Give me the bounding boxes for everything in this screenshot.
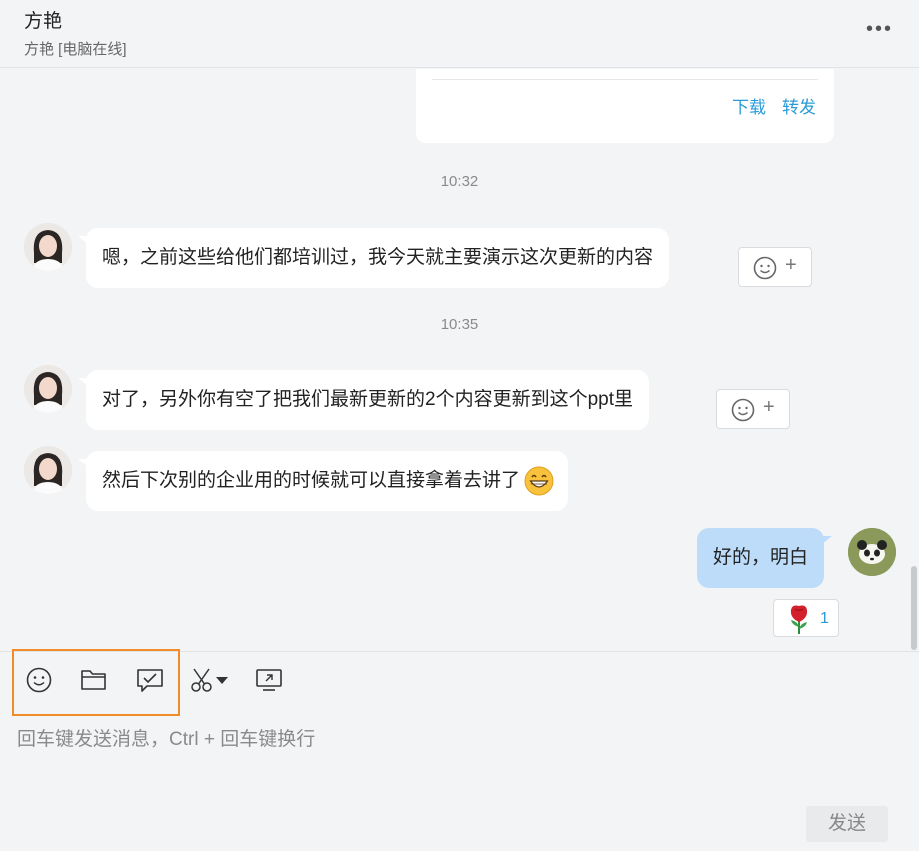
message-input[interactable]: 回车键发送消息，Ctrl + 回车键换行 (17, 724, 315, 751)
folder-icon[interactable] (79, 665, 109, 695)
contact-name: 方艳 (24, 11, 63, 32)
chat-check-icon[interactable] (135, 665, 165, 695)
scrollbar[interactable] (911, 566, 917, 650)
message-composer: 回车键发送消息，Ctrl + 回车键换行 发送 (0, 649, 919, 851)
avatar[interactable] (24, 365, 72, 413)
message-bubble[interactable]: 对了，另外你有空了把我们最新更新的2个内容更新到这个ppt里 (78, 370, 649, 430)
file-message-card: 下载 转发 (416, 69, 834, 143)
add-reaction-button[interactable]: + (716, 389, 790, 429)
message-text: 然后下次别的企业用的时候就可以直接拿着去讲了 (102, 470, 521, 491)
rose-icon (790, 605, 808, 634)
more-options-button[interactable]: ••• (866, 18, 893, 41)
chat-window: 方艳 方艳 [电脑在线] ••• 下载 转发 10:32 嗯，之前这些给他们都培… (0, 0, 919, 851)
plus-icon: + (763, 396, 775, 418)
plus-icon: + (785, 254, 797, 276)
timestamp: 10:32 (440, 173, 479, 190)
screen-share-icon[interactable] (254, 665, 284, 695)
contact-status: 方艳 [电脑在线] (24, 41, 127, 58)
message-bubble[interactable]: 然后下次别的企业用的时候就可以直接拿着去讲了 (77, 451, 569, 511)
forward-link[interactable]: 转发 (782, 93, 816, 118)
smiley-icon (753, 256, 777, 280)
chat-header: 方艳 方艳 [电脑在线] ••• (0, 0, 919, 68)
download-link[interactable]: 下载 (732, 93, 766, 118)
grinning-emoji-icon (524, 466, 554, 496)
timestamp: 10:35 (440, 316, 479, 333)
smiley-icon (731, 398, 755, 422)
card-divider (432, 79, 818, 80)
message-list[interactable]: 下载 转发 10:32 嗯，之前这些给他们都培训过，我今天就主要演示这次更新的内… (0, 69, 919, 651)
message-bubble[interactable]: 嗯，之前这些给他们都培训过，我今天就主要演示这次更新的内容 (77, 228, 670, 288)
avatar[interactable] (24, 223, 72, 271)
reaction-count: 1 (820, 610, 829, 627)
chevron-down-icon (216, 677, 228, 684)
emoji-icon[interactable] (24, 665, 54, 695)
reaction-badge[interactable]: 1 (773, 599, 839, 637)
own-message-bubble[interactable]: 好的，明白 (697, 528, 833, 588)
avatar[interactable] (24, 446, 72, 494)
send-button[interactable]: 发送 (806, 806, 888, 842)
own-avatar[interactable] (848, 528, 896, 576)
add-reaction-button[interactable]: + (738, 247, 812, 287)
scissors-icon[interactable] (189, 665, 231, 695)
